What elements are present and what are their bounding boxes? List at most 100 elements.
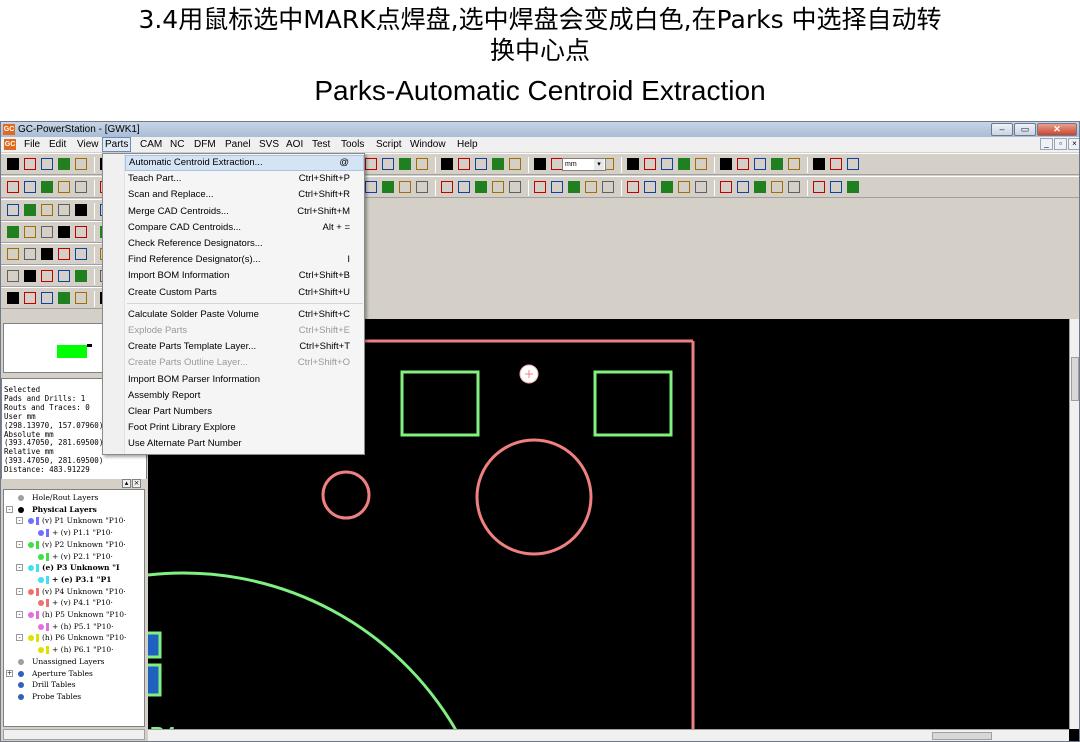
toolbar-tool-icon[interactable] — [551, 181, 563, 193]
collapse-icon[interactable]: - — [16, 517, 23, 525]
toolbar-tool-icon[interactable] — [58, 158, 70, 170]
layer-visibility-icon[interactable] — [18, 658, 24, 665]
mdi-restore-button[interactable]: ▫ — [1054, 138, 1067, 150]
toolbar-tool-icon[interactable] — [678, 158, 690, 170]
toolbar-tool-icon[interactable] — [737, 158, 749, 170]
toolbar-tool-icon[interactable] — [475, 158, 487, 170]
horizontal-scroll-thumb[interactable] — [932, 732, 992, 740]
toolbar-tool-icon[interactable] — [382, 181, 394, 193]
toolbar-tool-icon[interactable] — [847, 158, 859, 170]
layer-visibility-icon[interactable] — [18, 682, 24, 689]
component-pad-upper[interactable] — [140, 631, 162, 659]
toolbar-tool-icon[interactable] — [678, 181, 690, 193]
layer-tree-item[interactable]: + (v) P1.1 "P10· — [4, 527, 144, 539]
toolbar-tool-icon[interactable] — [509, 181, 521, 193]
toolbar-tool-icon[interactable] — [75, 270, 87, 282]
pad-left[interactable] — [400, 370, 480, 437]
toolbar-tool-icon[interactable] — [24, 292, 36, 304]
layer-visibility-icon[interactable] — [18, 506, 24, 513]
toolbar-tool-icon[interactable] — [24, 226, 36, 238]
toolbar-tool-icon[interactable] — [788, 158, 800, 170]
layer-tree-item[interactable]: Drill Tables — [4, 679, 144, 691]
toolbar-tool-icon[interactable] — [695, 181, 707, 193]
toolbar-tool-icon[interactable] — [41, 158, 53, 170]
menu-edit[interactable]: Edit — [47, 137, 68, 152]
menu-cam[interactable]: CAM — [138, 137, 164, 152]
layer-visibility-icon[interactable] — [38, 576, 44, 583]
panel-close-icon[interactable]: × — [132, 479, 141, 488]
toolbar-tool-icon[interactable] — [627, 181, 639, 193]
layer-tree-item[interactable]: - Physical Layers — [4, 504, 144, 516]
mdi-minimize-button[interactable]: _ — [1040, 138, 1053, 150]
toolbar-tool-icon[interactable] — [7, 181, 19, 193]
canvas-horizontal-scrollbar[interactable] — [148, 729, 1069, 741]
menu-dfm[interactable]: DFM — [192, 137, 218, 152]
toolbar-tool-icon[interactable] — [720, 158, 732, 170]
toolbar-tool-icon[interactable] — [771, 181, 783, 193]
toolbar-tool-icon[interactable] — [695, 158, 707, 170]
large-hole[interactable] — [475, 438, 593, 556]
layer-tree-item[interactable]: - (h) P5 Unknown "P10· — [4, 609, 144, 621]
toolbar-tool-icon[interactable] — [41, 226, 53, 238]
menu-test[interactable]: Test — [310, 137, 332, 152]
toolbar-tool-icon[interactable] — [534, 181, 546, 193]
menu-item-import-bom-parser-information[interactable]: Import BOM Parser Information — [125, 372, 364, 388]
toolbar-tool-icon[interactable] — [492, 158, 504, 170]
layer-tree-item[interactable]: + (h) P6.1 "P10· — [4, 644, 144, 656]
layer-visibility-icon[interactable] — [28, 635, 34, 642]
menu-item-scan-and-replace[interactable]: Scan and Replace... Ctrl+Shift+R — [125, 187, 364, 203]
toolbar-tool-icon[interactable] — [382, 158, 394, 170]
toolbar-tool-icon[interactable] — [75, 158, 87, 170]
layer-tree-item[interactable]: - (v) P2 Unknown "P10· — [4, 539, 144, 551]
menu-item-check-reference-designators[interactable]: Check Reference Designators... — [125, 236, 364, 252]
title-bar[interactable]: GC GC-PowerStation - [GWK1] – ▭ ✕ — [1, 122, 1079, 137]
toolbar-tool-icon[interactable] — [7, 248, 19, 260]
layer-visibility-icon[interactable] — [28, 541, 34, 548]
menu-item-assembly-report[interactable]: Assembly Report — [125, 388, 364, 404]
toolbar-tool-icon[interactable] — [830, 181, 842, 193]
toolbar-tool-icon[interactable] — [58, 181, 70, 193]
toolbar-tool-icon[interactable] — [41, 292, 53, 304]
menu-tools[interactable]: Tools — [339, 137, 366, 152]
toolbar-tool-icon[interactable] — [41, 270, 53, 282]
menu-file[interactable]: File — [22, 137, 42, 152]
toolbar-tool-icon[interactable] — [7, 158, 19, 170]
chevron-down-icon[interactable]: ▾ — [594, 159, 604, 170]
layer-visibility-icon[interactable] — [28, 612, 34, 618]
layer-tree-item[interactable]: + (e) P3.1 "P1 — [4, 574, 144, 586]
layer-visibility-icon[interactable] — [38, 530, 44, 537]
menu-nc[interactable]: NC — [168, 137, 186, 152]
layer-visibility-icon[interactable] — [28, 588, 34, 595]
toolbar-tool-icon[interactable] — [58, 248, 70, 260]
toolbar-tool-icon[interactable] — [58, 292, 70, 304]
menu-svs[interactable]: SVS — [257, 137, 281, 152]
toolbar-tool-icon[interactable] — [568, 181, 580, 193]
toolbar-tool-icon[interactable] — [41, 181, 53, 193]
menu-help[interactable]: Help — [455, 137, 480, 152]
layer-tree-item[interactable]: Probe Tables — [4, 691, 144, 703]
vertical-scroll-thumb[interactable] — [1071, 357, 1079, 401]
menu-item-foot-print-library-explore[interactable]: Foot Print Library Explore — [125, 420, 364, 436]
toolbar-tool-icon[interactable] — [58, 226, 70, 238]
menu-item-teach-part[interactable]: Teach Part... Ctrl+Shift+P — [125, 171, 364, 187]
toolbar-tool-icon[interactable] — [7, 204, 19, 216]
toolbar-tool-icon[interactable] — [644, 181, 656, 193]
menu-parts[interactable]: Parts — [102, 137, 132, 152]
pad-right[interactable] — [593, 370, 673, 437]
toolbar-tool-icon[interactable] — [720, 181, 732, 193]
close-button[interactable]: ✕ — [1037, 123, 1077, 136]
toolbar-tool-icon[interactable] — [441, 181, 453, 193]
toolbar-tool-icon[interactable] — [24, 204, 36, 216]
toolbar-tool-icon[interactable] — [509, 158, 521, 170]
toolbar-tool-icon[interactable] — [7, 270, 19, 282]
layer-visibility-icon[interactable] — [18, 495, 24, 501]
toolbar-tool-icon[interactable] — [365, 158, 377, 170]
menu-item-merge-cad-centroids[interactable]: Merge CAD Centroids... Ctrl+Shift+M — [125, 204, 364, 220]
toolbar-tool-icon[interactable] — [788, 181, 800, 193]
pin-icon[interactable]: ▴ — [122, 479, 131, 488]
toolbar-tool-icon[interactable] — [754, 158, 766, 170]
collapse-icon[interactable]: - — [6, 505, 13, 513]
layer-visibility-icon[interactable] — [38, 647, 44, 654]
menu-item-use-alternate-part-number[interactable]: Use Alternate Part Number — [125, 436, 364, 452]
menu-panel[interactable]: Panel — [223, 137, 253, 152]
